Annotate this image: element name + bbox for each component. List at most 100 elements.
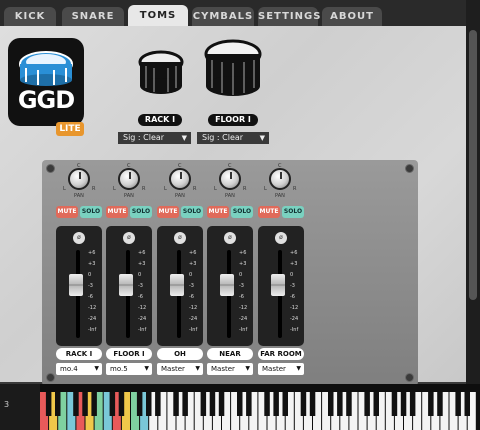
tab-about[interactable]: ABOUT xyxy=(322,7,382,26)
black-key[interactable] xyxy=(464,392,471,416)
piano-keys[interactable] xyxy=(40,384,480,430)
tab-kick[interactable]: KICK xyxy=(4,7,56,26)
black-key[interactable] xyxy=(273,392,279,416)
scrollbar-thumb[interactable] xyxy=(469,30,477,300)
fader-scale-label: 0 xyxy=(138,272,142,278)
output-route-dropdown[interactable]: Master ▼ xyxy=(258,363,304,375)
black-key[interactable] xyxy=(337,392,343,416)
black-key[interactable] xyxy=(73,392,79,416)
black-key[interactable] xyxy=(409,392,416,416)
fader-scale-label: -6 xyxy=(88,294,93,300)
black-key[interactable] xyxy=(146,392,152,416)
black-key[interactable] xyxy=(246,392,252,416)
black-key[interactable] xyxy=(82,392,88,416)
fader-scale-label: -6 xyxy=(239,294,244,300)
fader-scale-label: -12 xyxy=(88,305,97,311)
black-key[interactable] xyxy=(55,392,61,416)
phase-invert-button[interactable]: ø xyxy=(174,232,186,244)
volume-fader[interactable] xyxy=(119,274,133,296)
keyboard-octave-control[interactable]: 3 xyxy=(0,384,40,430)
rack-tom-sig-dropdown[interactable]: Sig : Clear ▼ xyxy=(118,132,191,144)
black-key[interactable] xyxy=(364,392,370,416)
fader-scale-label: -Inf xyxy=(189,327,198,333)
channel-name: FAR ROOM xyxy=(258,348,304,360)
solo-button[interactable]: SOLO xyxy=(80,206,102,218)
floor-tom-image[interactable] xyxy=(204,38,262,100)
black-key[interactable] xyxy=(45,392,52,416)
phase-invert-button[interactable]: ø xyxy=(224,232,236,244)
channel-name: RACK I xyxy=(56,348,102,360)
black-key[interactable] xyxy=(455,392,461,416)
floor-tom-sig-dropdown[interactable]: Sig : Clear ▼ xyxy=(197,132,269,144)
pan-knob[interactable] xyxy=(118,168,140,190)
fader-scale-label: +6 xyxy=(189,250,197,256)
chevron-down-icon: ▼ xyxy=(245,365,250,372)
black-key[interactable] xyxy=(182,392,188,416)
black-key[interactable] xyxy=(109,392,116,416)
black-key[interactable] xyxy=(118,392,125,416)
black-key[interactable] xyxy=(136,392,143,416)
black-key[interactable] xyxy=(428,392,434,416)
black-key[interactable] xyxy=(400,392,407,416)
fader-scale-label: 0 xyxy=(88,272,92,278)
pan-left-mark: L xyxy=(63,186,66,192)
solo-button[interactable]: SOLO xyxy=(231,206,253,218)
solo-button[interactable]: SOLO xyxy=(181,206,203,218)
channel-strip: ø +6 +3 0 -3 -6 -12 -24 -Inf xyxy=(106,226,152,346)
black-key[interactable] xyxy=(282,392,289,416)
black-key[interactable] xyxy=(200,392,207,416)
tab-cymbals[interactable]: CYMBALS xyxy=(192,7,254,26)
channel-strip: ø +6 +3 0 -3 -6 -12 -24 -Inf xyxy=(157,226,203,346)
pan-knob[interactable] xyxy=(68,168,90,190)
pan-left-mark: L xyxy=(214,186,217,192)
mute-button[interactable]: MUTE xyxy=(207,206,229,218)
mute-button[interactable]: MUTE xyxy=(258,206,280,218)
black-key[interactable] xyxy=(91,392,97,416)
rack-tom-image[interactable] xyxy=(138,50,184,98)
channel-name: OH xyxy=(157,348,203,360)
black-key[interactable] xyxy=(300,392,307,416)
fader-scale-label: +3 xyxy=(88,261,96,267)
fader-scale-label: +3 xyxy=(239,261,247,267)
output-route-dropdown[interactable]: mo.5 ▼ xyxy=(106,363,152,375)
volume-fader[interactable] xyxy=(220,274,234,296)
channel-name: NEAR ROOM xyxy=(207,348,253,370)
black-key[interactable] xyxy=(155,392,161,416)
black-key[interactable] xyxy=(346,392,352,416)
tab-settings[interactable]: SETTINGS xyxy=(258,7,320,26)
solo-button[interactable]: SOLO xyxy=(130,206,152,218)
mute-button[interactable]: MUTE xyxy=(106,206,128,218)
black-key[interactable] xyxy=(328,392,334,416)
phase-invert-button[interactable]: ø xyxy=(123,232,135,244)
fader-scale-label: -12 xyxy=(189,305,198,311)
volume-fader[interactable] xyxy=(69,274,83,296)
output-route-dropdown[interactable]: Master ▼ xyxy=(207,363,253,375)
pan-knob[interactable] xyxy=(269,168,291,190)
black-key[interactable] xyxy=(264,392,270,416)
tab-toms[interactable]: TOMS xyxy=(128,5,188,26)
pan-knob[interactable] xyxy=(219,168,241,190)
mute-button[interactable]: MUTE xyxy=(157,206,179,218)
volume-fader[interactable] xyxy=(271,274,285,296)
keyboard: 3 xyxy=(0,384,480,430)
black-key[interactable] xyxy=(373,392,380,416)
black-key[interactable] xyxy=(237,392,243,416)
phase-invert-button[interactable]: ø xyxy=(275,232,287,244)
black-key[interactable] xyxy=(437,392,443,416)
pan-knob[interactable] xyxy=(169,168,191,190)
dropdown-value: Sig : Clear xyxy=(202,133,244,142)
black-key[interactable] xyxy=(209,392,216,416)
output-route-dropdown[interactable]: mo.4 ▼ xyxy=(56,363,102,375)
scrollbar[interactable] xyxy=(466,0,480,384)
black-key[interactable] xyxy=(309,392,316,416)
mute-button[interactable]: MUTE xyxy=(56,206,78,218)
solo-button[interactable]: SOLO xyxy=(282,206,304,218)
phase-invert-button[interactable]: ø xyxy=(73,232,85,244)
output-route-dropdown[interactable]: Master ▼ xyxy=(157,363,203,375)
black-key[interactable] xyxy=(391,392,398,416)
volume-fader[interactable] xyxy=(170,274,184,296)
black-key[interactable] xyxy=(173,392,179,416)
tab-snare[interactable]: SNARE xyxy=(62,7,124,26)
tab-bar: KICK SNARE TOMS CYMBALS SETTINGS ABOUT xyxy=(0,0,470,26)
black-key[interactable] xyxy=(218,392,225,416)
